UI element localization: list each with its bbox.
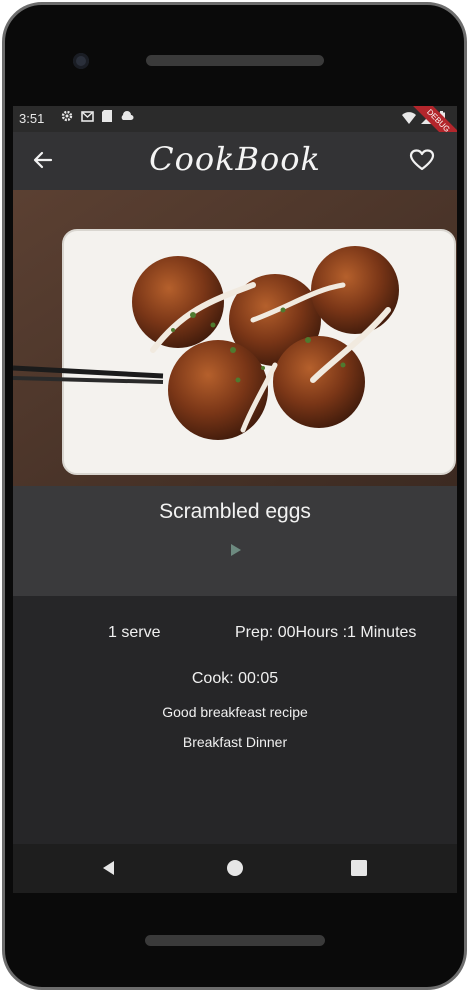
recipe-description: Good breakfeast recipe xyxy=(162,704,308,720)
recipe-header: Scrambled eggs xyxy=(13,486,457,596)
recipe-tags: Breakfast Dinner xyxy=(182,734,288,750)
status-bar: 3:51 DEBUG xyxy=(13,106,457,158)
prep-time: Prep: 00Hours :1 Minutes xyxy=(235,624,417,641)
sd-card-icon xyxy=(102,110,112,122)
earpiece-speaker xyxy=(146,55,324,66)
nav-back-icon[interactable] xyxy=(97,856,121,880)
recipe-photo xyxy=(13,190,457,486)
recipe-title: Scrambled eggs xyxy=(159,500,311,523)
app-bar: CookBook xyxy=(13,132,457,190)
recipe-details: 1 serve Prep: 00Hours :1 Minutes Cook: 0… xyxy=(13,596,457,844)
takoyaki-illustration xyxy=(13,190,457,486)
nav-home-icon[interactable] xyxy=(223,856,247,880)
play-icon[interactable] xyxy=(229,542,243,558)
cook-time: Cook: 00:05 xyxy=(191,670,279,687)
heart-icon[interactable] xyxy=(409,148,435,172)
serves-count: 1 serve xyxy=(108,624,161,641)
nav-recents-icon[interactable] xyxy=(347,856,371,880)
bottom-speaker xyxy=(145,935,325,946)
front-camera xyxy=(73,53,89,69)
app-title: CookBook xyxy=(149,140,321,178)
settings-icon xyxy=(61,110,73,122)
app-screen: 3:51 DEBUG CookBook Scrambled eggs 1 ser… xyxy=(13,106,457,893)
phone-frame: 3:51 DEBUG CookBook Scrambled eggs 1 ser… xyxy=(0,0,473,994)
status-time: 3:51 xyxy=(19,111,45,126)
wifi-icon xyxy=(402,111,416,124)
mail-icon xyxy=(81,110,94,122)
system-nav-bar xyxy=(13,844,457,893)
cloud-icon xyxy=(121,111,134,120)
